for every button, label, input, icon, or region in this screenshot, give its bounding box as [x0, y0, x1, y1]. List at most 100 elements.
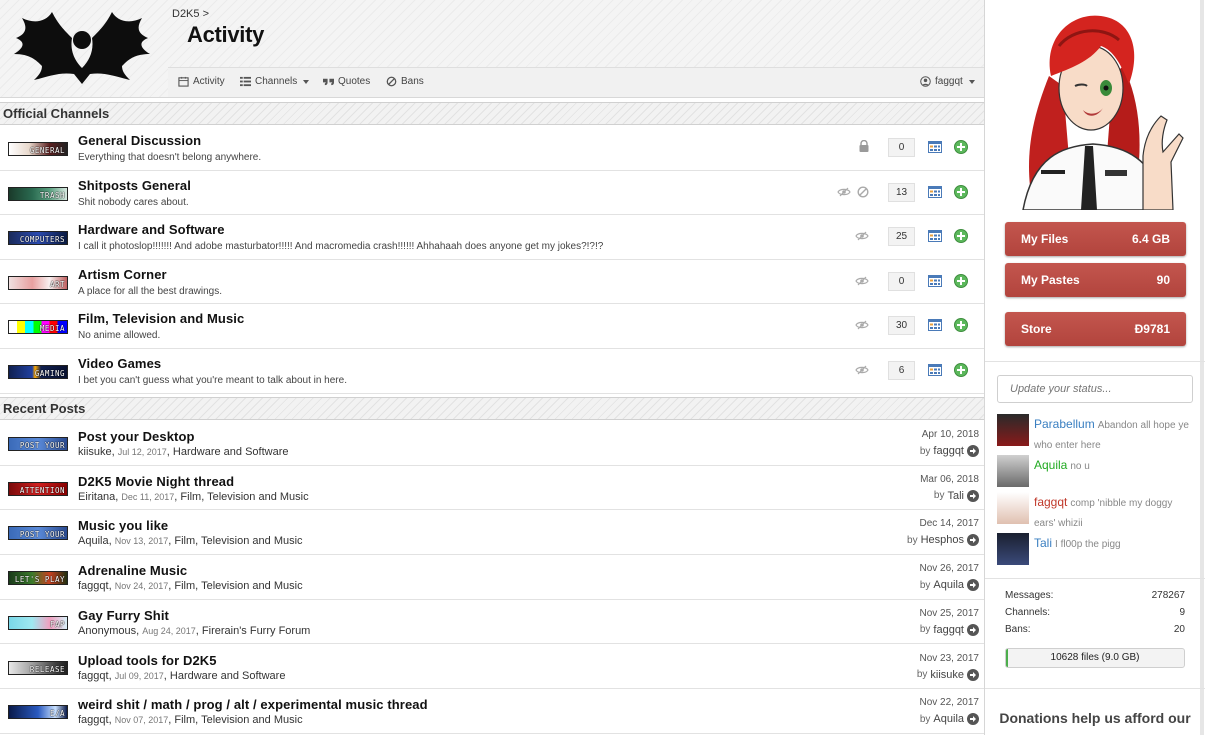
- channel-banner[interactable]: TRASH: [8, 186, 68, 201]
- eye-slash-icon[interactable]: [855, 365, 869, 375]
- avatar[interactable]: [997, 492, 1029, 524]
- nav-quotes[interactable]: Quotes: [323, 76, 370, 87]
- post-channel[interactable]: Film, Television and Music: [174, 714, 302, 726]
- channel-window-icon[interactable]: [928, 185, 942, 198]
- eye-slash-icon[interactable]: [855, 276, 869, 286]
- post-banner[interactable]: RELEASE: [8, 660, 68, 675]
- channel-banner[interactable]: MEDIA: [8, 320, 68, 335]
- channel-row[interactable]: MEDIA Film, Television and Music No anime …: [0, 304, 984, 349]
- user-menu[interactable]: faggqt: [920, 76, 975, 87]
- last-reply-user[interactable]: faggqt: [933, 445, 964, 457]
- channel-row[interactable]: ART Artism Corner A place for all the best…: [0, 259, 984, 305]
- last-reply-user[interactable]: faggqt: [933, 624, 964, 636]
- eye-slash-icon[interactable]: [837, 187, 851, 197]
- post-title[interactable]: Post your Desktop: [78, 429, 195, 444]
- post-title[interactable]: Adrenaline Music: [78, 563, 187, 578]
- post-title[interactable]: Music you like: [78, 518, 168, 533]
- channel-window-icon[interactable]: [928, 274, 942, 287]
- post-author[interactable]: faggqt: [78, 714, 109, 726]
- channel-window-icon[interactable]: [928, 141, 942, 153]
- post-channel[interactable]: Hardware and Software: [170, 670, 286, 682]
- arrow-right-circle-icon[interactable]: [967, 534, 979, 547]
- post-title[interactable]: D2K5 Movie Night thread: [78, 474, 234, 489]
- breadcrumb[interactable]: D2K5 >: [172, 8, 209, 20]
- arrow-right-circle-icon[interactable]: [967, 445, 979, 457]
- post-row[interactable]: RELEASE Upload tools for D2K5 faggqt, Jul …: [0, 644, 984, 690]
- post-author[interactable]: kiisuke: [78, 446, 112, 458]
- last-reply-user[interactable]: Aquila: [933, 713, 964, 725]
- post-channel[interactable]: Firerain's Furry Forum: [202, 625, 310, 637]
- my-pastes-button[interactable]: My Pastes 90: [1005, 263, 1186, 297]
- add-icon[interactable]: [954, 363, 968, 377]
- eye-slash-icon[interactable]: [855, 320, 869, 330]
- nav-channels[interactable]: Channels: [240, 76, 310, 87]
- shout-user[interactable]: Aquila: [1034, 458, 1067, 472]
- post-banner[interactable]: FAP: [8, 615, 68, 630]
- store-button[interactable]: Store Đ9781: [1005, 312, 1186, 346]
- channel-banner[interactable]: COMPUTERS: [8, 231, 68, 246]
- channel-window-icon[interactable]: [928, 364, 942, 376]
- channel-banner[interactable]: GAMING: [8, 365, 68, 379]
- channel-title[interactable]: General Discussion: [78, 133, 201, 148]
- post-banner[interactable]: POST YOUR: [8, 526, 68, 541]
- post-banner[interactable]: POST YOUR: [8, 437, 68, 451]
- shout-user[interactable]: faggqt: [1034, 495, 1067, 509]
- channel-window-icon[interactable]: [928, 230, 942, 243]
- add-icon[interactable]: [954, 273, 968, 288]
- channel-banner[interactable]: GENERAL: [8, 142, 68, 156]
- post-author[interactable]: Eiritana: [78, 491, 115, 503]
- arrow-right-circle-icon[interactable]: [967, 713, 979, 726]
- arrow-right-circle-icon[interactable]: [967, 489, 979, 502]
- eye-slash-icon[interactable]: [855, 231, 869, 241]
- post-banner[interactable]: E/A: [8, 705, 68, 720]
- channel-title[interactable]: Shitposts General: [78, 178, 191, 193]
- post-author[interactable]: Aquila: [78, 535, 109, 547]
- shout-user[interactable]: Parabellum: [1034, 417, 1095, 431]
- post-title[interactable]: Gay Furry Shit: [78, 608, 169, 623]
- avatar[interactable]: [997, 414, 1029, 446]
- channel-row[interactable]: TRASH Shitposts General Shit nobody cares …: [0, 170, 984, 216]
- post-row[interactable]: LET'S PLAY Adrenaline Music faggqt, Nov 24…: [0, 555, 984, 600]
- post-row[interactable]: ATTENTION D2K5 Movie Night thread Eiritana…: [0, 465, 984, 511]
- scrollbar[interactable]: [1200, 0, 1204, 735]
- post-channel[interactable]: Film, Television and Music: [174, 535, 302, 547]
- last-reply-user[interactable]: Hesphos: [921, 534, 964, 546]
- nav-bans[interactable]: Bans: [386, 76, 424, 87]
- arrow-right-circle-icon[interactable]: [967, 579, 979, 592]
- channel-title[interactable]: Hardware and Software: [78, 222, 225, 237]
- post-banner[interactable]: LET'S PLAY: [8, 571, 68, 586]
- post-title[interactable]: Upload tools for D2K5: [78, 653, 217, 668]
- last-reply-user[interactable]: kiisuke: [930, 669, 964, 681]
- post-title[interactable]: weird shit / math / prog / alt / experim…: [78, 697, 428, 712]
- channel-window-icon[interactable]: [928, 319, 942, 332]
- post-row[interactable]: POST YOUR Music you like Aquila, Nov 13, 2…: [0, 510, 984, 556]
- avatar[interactable]: [997, 455, 1029, 487]
- arrow-right-circle-icon[interactable]: [967, 623, 979, 636]
- nav-activity[interactable]: Activity: [178, 76, 225, 87]
- add-icon[interactable]: [954, 184, 968, 199]
- add-icon[interactable]: [954, 140, 968, 154]
- last-reply-user[interactable]: Aquila: [933, 579, 964, 591]
- channel-row[interactable]: GAMING Video Games I bet you can't guess w…: [0, 349, 984, 394]
- post-author[interactable]: faggqt: [78, 670, 109, 682]
- post-row[interactable]: FAP Gay Furry Shit Anonymous, Aug 24, 2017…: [0, 599, 984, 645]
- add-icon[interactable]: [954, 318, 968, 333]
- avatar[interactable]: [997, 533, 1029, 565]
- channel-banner[interactable]: ART: [8, 275, 68, 290]
- status-input[interactable]: [997, 375, 1193, 403]
- post-author[interactable]: faggqt: [78, 580, 109, 592]
- channel-title[interactable]: Video Games: [78, 356, 161, 371]
- post-row[interactable]: POST YOUR Post your Desktop kiisuke, Jul 1…: [0, 421, 984, 466]
- last-reply-user[interactable]: Tali: [947, 490, 964, 502]
- post-channel[interactable]: Hardware and Software: [173, 446, 289, 458]
- post-banner[interactable]: ATTENTION: [8, 481, 68, 496]
- post-channel[interactable]: Film, Television and Music: [174, 580, 302, 592]
- arrow-right-circle-icon[interactable]: [967, 668, 979, 681]
- post-author[interactable]: Anonymous: [78, 625, 136, 637]
- channel-row[interactable]: COMPUTERS Hardware and Software I call it …: [0, 215, 984, 260]
- shout-user[interactable]: Tali: [1034, 536, 1052, 550]
- post-row[interactable]: E/A weird shit / math / prog / alt / expe…: [0, 689, 984, 734]
- ban-icon[interactable]: [857, 186, 869, 198]
- channel-row[interactable]: GENERAL General Discussion Everything that…: [0, 126, 984, 171]
- logo-wings-icon[interactable]: [12, 10, 152, 85]
